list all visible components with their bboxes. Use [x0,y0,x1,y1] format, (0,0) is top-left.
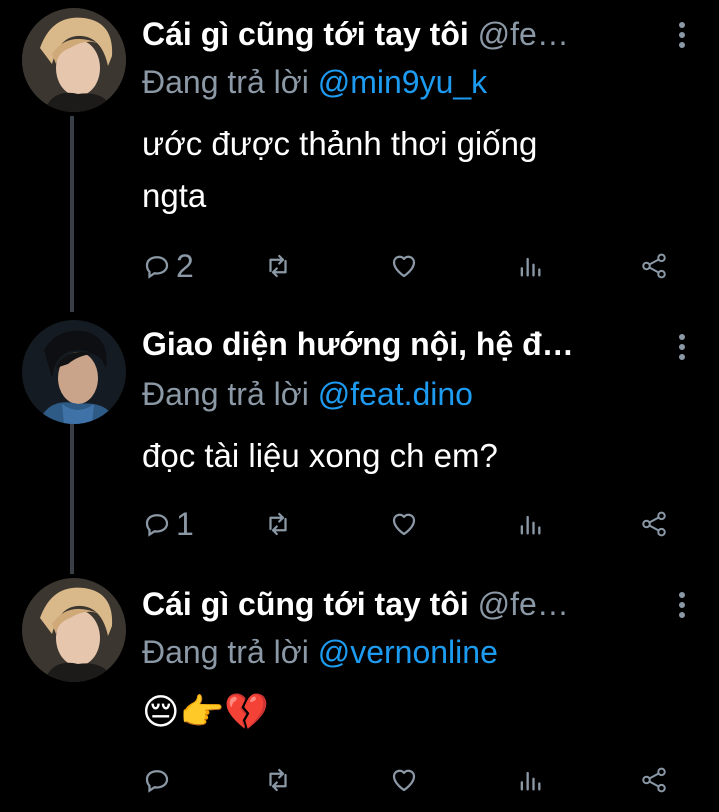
tweet[interactable]: Cái gì cũng tới tay tôi @fe… Đang trả lờ… [0,0,719,306]
like-icon [392,255,416,278]
replying-to-label: Đang trả lời [142,634,309,670]
views-button[interactable] [516,504,544,544]
share-button[interactable] [638,504,670,544]
views-button[interactable] [516,760,544,800]
reply-count: 2 [176,247,194,284]
action-bar: 2 [142,246,682,286]
retweet-button[interactable] [262,246,294,286]
author-handle[interactable]: @fe… [478,16,569,52]
tweet-text: ước được thảnh thơi giống ngta [142,118,662,222]
tweet-emoji-line: 😔👉💔 [142,691,270,732]
tweet-text: 😔👉💔 [142,686,662,738]
author-name[interactable]: Cái gì cũng tới tay tôi [142,16,469,52]
replying-to-label: Đang trả lời [142,64,309,100]
author-name[interactable]: Giao diện hướng nội, hệ đ… [142,326,574,362]
share-button[interactable] [638,760,670,800]
author-handle[interactable]: @fe… [478,586,569,622]
reply-mention-link[interactable]: @min9yu_k [318,64,487,100]
reply-button[interactable]: 2 [142,246,194,286]
retweet-icon [269,768,287,792]
tweet-text: đọc tài liệu xong ch em? [142,430,662,482]
replying-to: Đang trả lời @min9yu_k [142,62,487,102]
share-button[interactable] [638,246,670,286]
author-row[interactable]: Cái gì cũng tới tay tôi @fe… [142,14,679,54]
like-button[interactable] [388,246,420,286]
more-icon[interactable] [677,334,687,360]
more-icon[interactable] [677,592,687,618]
reply-count: 1 [176,505,194,542]
share-icon [642,253,666,279]
action-bar [142,760,682,800]
reply-button[interactable]: 1 [142,504,194,544]
like-button[interactable] [388,760,420,800]
retweet-button[interactable] [262,504,294,544]
action-bar: 1 [142,504,682,544]
tweet[interactable]: Cái gì cũng tới tay tôi @fe… Đang trả lờ… [0,574,719,812]
retweet-button[interactable] [262,760,294,800]
views-icon [520,771,541,791]
reply-icon [145,770,169,793]
author-name[interactable]: Cái gì cũng tới tay tôi [142,586,469,622]
tweet-text-line: ngta [142,177,207,214]
author-row[interactable]: Cái gì cũng tới tay tôi @fe… [142,584,679,624]
retweet-icon [269,254,287,278]
retweet-icon [269,512,287,536]
views-button[interactable] [516,246,544,286]
tweet-text-line: đọc tài liệu xong ch em? [142,437,498,474]
reply-icon [145,514,169,537]
share-icon [642,767,666,793]
avatar[interactable] [22,8,126,112]
share-icon [642,511,666,537]
avatar[interactable] [22,578,126,682]
author-row[interactable]: Giao diện hướng nội, hệ đ… [142,324,679,364]
reply-button[interactable] [142,760,172,800]
reply-icon [145,256,169,279]
avatar[interactable] [22,320,126,424]
like-icon [392,513,416,536]
replying-to: Đang trả lời @vernonline [142,632,498,672]
tweet-text-line: ước được thảnh thơi giống [142,125,538,162]
tweet[interactable]: Giao diện hướng nội, hệ đ… Đang trả lời … [0,306,719,574]
replying-to: Đang trả lời @feat.dino [142,374,473,414]
views-icon [520,515,541,535]
like-button[interactable] [388,504,420,544]
more-icon[interactable] [677,22,687,48]
views-icon [520,257,541,277]
reply-mention-link[interactable]: @vernonline [318,634,498,670]
reply-mention-link[interactable]: @feat.dino [318,376,473,412]
like-icon [392,769,416,792]
replying-to-label: Đang trả lời [142,376,309,412]
